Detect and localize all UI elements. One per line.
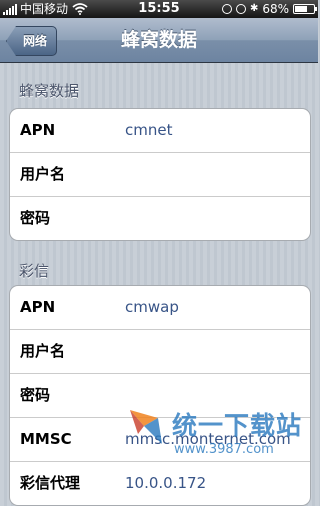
row-label: 密码 xyxy=(20,386,51,404)
row-label: 用户名 xyxy=(20,342,66,360)
mms-proxy-row[interactable]: 彩信代理 10.0.0.172 xyxy=(10,461,310,505)
section-header-mms: 彩信 xyxy=(19,262,50,280)
row-label: MMSC xyxy=(20,430,72,448)
bluetooth-icon: ✱ xyxy=(249,3,259,14)
watermark-brand: 统一下载站 xyxy=(172,411,303,440)
page-title: 蜂窝数据 xyxy=(120,29,197,51)
cellular-username-row[interactable]: 用户名 xyxy=(10,152,310,196)
mms-apn-row[interactable]: APN cmwap xyxy=(10,286,310,329)
mms-proxy-field[interactable]: 10.0.0.172 xyxy=(125,462,206,505)
cellular-password-row[interactable]: 密码 xyxy=(10,196,310,240)
row-label: APN xyxy=(20,298,56,316)
cellular-settings-group: APN cmnet 用户名 密码 xyxy=(9,108,311,241)
row-label: 密码 xyxy=(20,209,51,227)
row-label: APN xyxy=(20,121,56,139)
battery-fill xyxy=(295,6,308,12)
row-label: 彩信代理 xyxy=(20,474,81,492)
status-right: ✱ 68% xyxy=(221,0,317,18)
alarm-icon xyxy=(235,4,246,14)
rotation-lock-icon xyxy=(221,4,232,14)
navigation-bar: 网络 蜂窝数据 xyxy=(0,18,318,63)
watermark: 统一下载站 www.3987.com xyxy=(128,404,318,466)
mms-username-row[interactable]: 用户名 xyxy=(10,329,310,373)
cellular-apn-row[interactable]: APN cmnet xyxy=(10,109,310,152)
mms-apn-field[interactable]: cmwap xyxy=(125,286,179,329)
cellular-apn-field[interactable]: cmnet xyxy=(125,109,172,152)
watermark-url: www.3987.com xyxy=(174,442,274,457)
battery-icon xyxy=(293,4,317,14)
battery-percent: 68% xyxy=(262,2,289,16)
status-bar: 中国移动 15:55 ✱ 68% xyxy=(0,0,318,18)
section-header-cellular: 蜂窝数据 xyxy=(19,82,80,100)
watermark-logo-icon xyxy=(130,410,162,444)
mms-settings-group: APN cmwap 用户名 密码 MMSC mmsc.monternet.com… xyxy=(9,285,311,506)
row-label: 用户名 xyxy=(20,165,66,183)
